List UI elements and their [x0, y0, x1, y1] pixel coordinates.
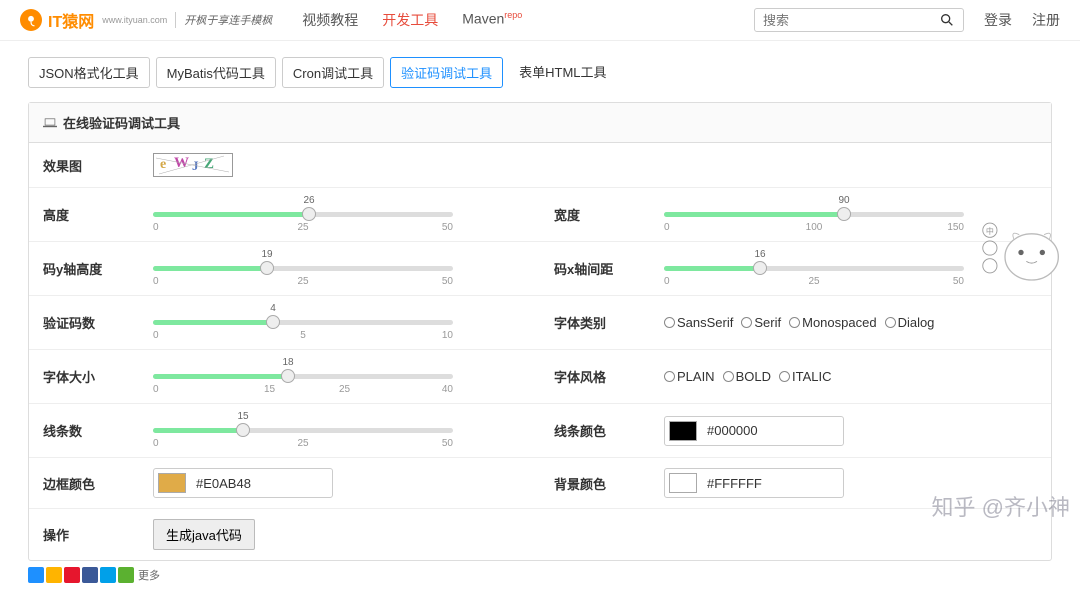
- laptop-icon: [43, 118, 57, 128]
- panel-title: 在线验证码调试工具: [63, 113, 180, 132]
- swatch-bg: [669, 473, 697, 493]
- nav-video[interactable]: 视频教程: [302, 10, 358, 30]
- row-effect: 效果图 e W J Z: [29, 143, 1051, 188]
- share-icon-1[interactable]: [28, 567, 44, 583]
- label-effect: 效果图: [29, 143, 139, 187]
- logo-icon: [20, 9, 42, 31]
- auth: 登录 注册: [984, 10, 1060, 30]
- share-weibo-icon[interactable]: [64, 567, 80, 583]
- logo-url: www.ityuan.com: [102, 15, 167, 25]
- radio-italic[interactable]: ITALIC: [779, 369, 832, 384]
- label-bordercolor: 边框颜色: [29, 458, 139, 508]
- slider-height[interactable]: 2602550: [153, 198, 453, 231]
- slider-codey[interactable]: 1902550: [153, 252, 453, 285]
- share-plus-icon[interactable]: [118, 567, 134, 583]
- radio-dialog[interactable]: Dialog: [885, 315, 935, 330]
- label-width: 宽度: [540, 188, 650, 241]
- label-codex: 码x轴间距: [540, 242, 650, 295]
- color-bg[interactable]: #FFFFFF: [664, 468, 844, 498]
- radio-plain[interactable]: PLAIN: [664, 369, 715, 384]
- nav-maven[interactable]: Mavenrepo: [462, 10, 522, 30]
- swatch-line: [669, 421, 697, 441]
- radios-fontstyle: PLAIN BOLD ITALIC: [664, 369, 831, 384]
- label-height: 高度: [29, 188, 139, 241]
- generate-java-button[interactable]: 生成java代码: [153, 519, 255, 550]
- tab-json[interactable]: JSON格式化工具: [28, 57, 150, 88]
- watermark: 知乎 @齐小神: [932, 490, 1070, 522]
- container: JSON格式化工具 MyBatis代码工具 Cron调试工具 验证码调试工具 表…: [0, 41, 1080, 599]
- panel-header: 在线验证码调试工具: [29, 103, 1051, 143]
- share-bar: 更多: [28, 567, 1052, 583]
- color-line[interactable]: #000000: [664, 416, 844, 446]
- panel: 在线验证码调试工具 效果图 e W J Z 高度 2602550 宽度: [28, 102, 1052, 561]
- radio-serif[interactable]: Serif: [741, 315, 781, 330]
- tab-captcha[interactable]: 验证码调试工具: [390, 57, 503, 88]
- radios-fontfamily: SansSerif Serif Monospaced Dialog: [664, 315, 934, 330]
- svg-text:中: 中: [986, 226, 994, 236]
- search-box: [754, 8, 964, 32]
- share-icon-2[interactable]: [46, 567, 62, 583]
- slider-fontsize[interactable]: 180152540: [153, 360, 453, 393]
- share-more[interactable]: 更多: [138, 567, 160, 583]
- label-bgcolor: 背景颜色: [540, 458, 650, 508]
- slider-width[interactable]: 900100150: [664, 198, 964, 231]
- radio-bold[interactable]: BOLD: [723, 369, 771, 384]
- slider-codecount[interactable]: 40510: [153, 306, 453, 339]
- slider-codex[interactable]: 1602550: [664, 252, 964, 285]
- label-linecolor: 线条颜色: [540, 404, 650, 457]
- share-renren-icon[interactable]: [82, 567, 98, 583]
- label-fontstyle: 字体风格: [540, 350, 650, 403]
- swatch-border: [158, 473, 186, 493]
- radio-monospaced[interactable]: Monospaced: [789, 315, 876, 330]
- header: IT猿网 www.ityuan.com 开枫于享连手模枫 视频教程 开发工具 M…: [0, 0, 1080, 41]
- search-icon[interactable]: [939, 12, 955, 28]
- tabs: JSON格式化工具 MyBatis代码工具 Cron调试工具 验证码调试工具 表…: [28, 57, 1052, 88]
- register-link[interactable]: 注册: [1032, 10, 1060, 30]
- label-codecount: 验证码数: [29, 296, 139, 349]
- captcha-preview[interactable]: e W J Z: [153, 153, 233, 177]
- share-icon-5[interactable]: [100, 567, 116, 583]
- login-link[interactable]: 登录: [984, 10, 1012, 30]
- color-border[interactable]: #E0AB48: [153, 468, 333, 498]
- slider-linecount[interactable]: 1502550: [153, 414, 453, 447]
- label-fontfamily: 字体类别: [540, 296, 650, 349]
- radio-sansserif[interactable]: SansSerif: [664, 315, 733, 330]
- label-codey: 码y轴高度: [29, 242, 139, 295]
- mascot-icon: 中: [976, 208, 1066, 288]
- logo[interactable]: IT猿网 www.ityuan.com: [20, 8, 167, 32]
- slogan: 开枫于享连手模枫: [175, 12, 272, 28]
- nav: 视频教程 开发工具 Mavenrepo: [302, 10, 522, 30]
- logo-text: IT猿网: [48, 8, 94, 32]
- tab-form-html[interactable]: 表单HTML工具: [509, 57, 616, 88]
- label-linecount: 线条数: [29, 404, 139, 457]
- tab-cron[interactable]: Cron调试工具: [282, 57, 384, 88]
- nav-devtools[interactable]: 开发工具: [382, 10, 438, 30]
- tab-mybatis[interactable]: MyBatis代码工具: [156, 57, 276, 88]
- search-input[interactable]: [763, 13, 939, 28]
- label-action: 操作: [29, 509, 139, 560]
- label-fontsize: 字体大小: [29, 350, 139, 403]
